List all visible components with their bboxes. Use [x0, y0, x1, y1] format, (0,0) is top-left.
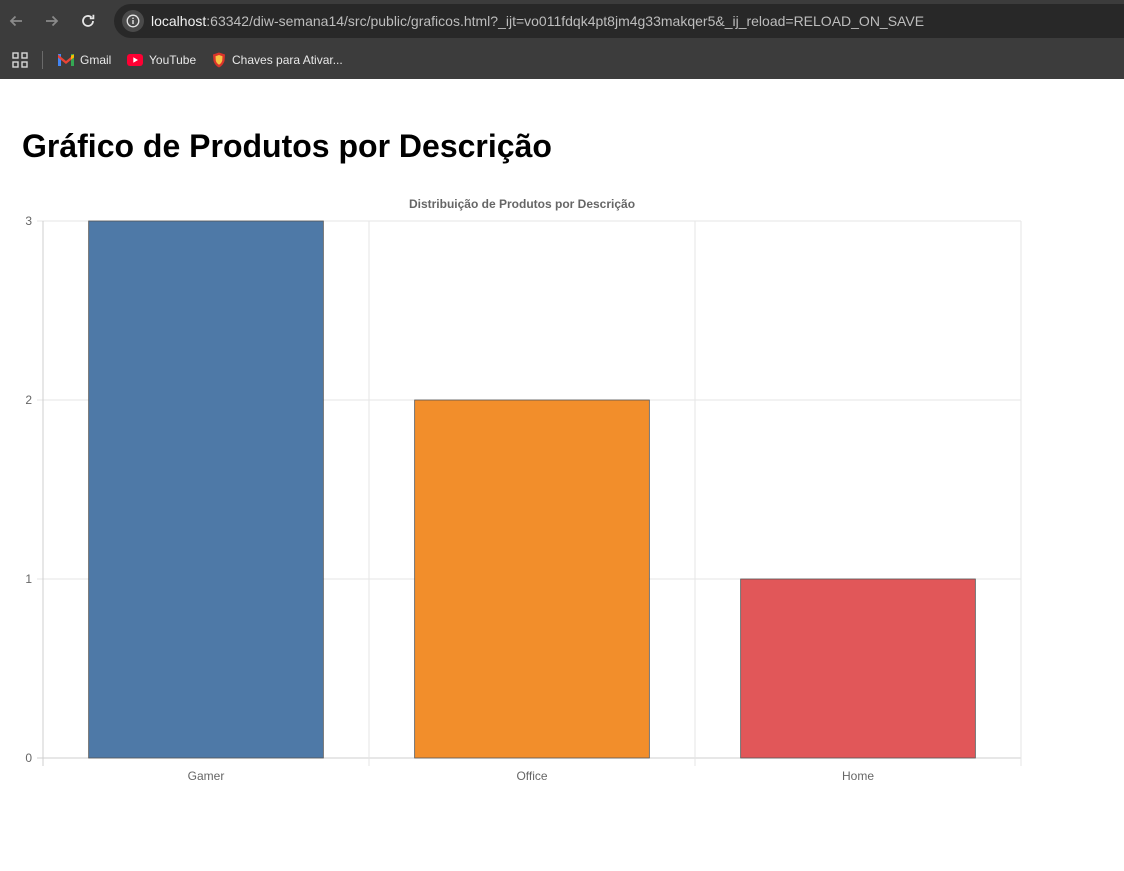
y-tick-label: 3	[25, 214, 32, 228]
browser-toolbar: localhost:63342/diw-semana14/src/public/…	[0, 0, 1124, 42]
address-bar[interactable]: localhost:63342/diw-semana14/src/public/…	[114, 4, 1124, 38]
bookmark-label: Gmail	[80, 53, 112, 67]
bar-home[interactable]	[740, 578, 976, 759]
reload-icon	[82, 14, 95, 27]
bookmarks-divider	[42, 51, 43, 69]
page-title: Gráfico de Produtos por Descrição	[22, 128, 552, 164]
bar-office[interactable]	[414, 399, 650, 759]
shield-icon	[213, 52, 225, 68]
bookmark-gmail[interactable]: Gmail	[58, 50, 111, 70]
site-info-icon[interactable]	[122, 10, 144, 32]
url-text[interactable]: localhost:63342/diw-semana14/src/public/…	[151, 12, 924, 30]
y-tick-label: 0	[25, 751, 32, 765]
bookmark-youtube[interactable]: YouTube	[127, 50, 196, 70]
bookmark-label: YouTube	[149, 53, 197, 67]
y-tick-label: 2	[25, 393, 32, 407]
bookmark-chaves[interactable]: Chaves para Ativar...	[212, 50, 343, 70]
url-host: localhost	[151, 13, 207, 29]
bookmark-label: Chaves para Ativar...	[232, 53, 343, 67]
gmail-icon	[58, 54, 74, 66]
chart-title: Distribuição de Produtos por Descrição	[409, 197, 635, 211]
bookmarks-bar: Gmail YouTube Chaves para Ativar...	[0, 42, 1124, 79]
x-tick-label: Gamer	[188, 769, 225, 783]
x-tick-label: Office	[516, 769, 547, 783]
back-button[interactable]	[4, 9, 28, 33]
reload-button[interactable]	[76, 9, 100, 33]
arrow-left-icon	[9, 15, 22, 27]
forward-button[interactable]	[40, 9, 64, 33]
url-path: :63342/diw-semana14/src/public/graficos.…	[206, 13, 925, 29]
arrow-right-icon	[46, 15, 59, 27]
y-tick-label: 1	[25, 572, 32, 586]
bars	[88, 220, 976, 759]
bar-chart: Distribuição de Produtos por Descrição 0…	[0, 185, 1040, 800]
chart-canvas: Distribuição de Produtos por Descrição 0…	[25, 197, 1022, 783]
bar-gamer[interactable]	[88, 220, 324, 759]
apps-grid-icon[interactable]	[12, 52, 28, 68]
youtube-icon	[127, 54, 143, 66]
x-tick-label: Home	[842, 769, 874, 783]
